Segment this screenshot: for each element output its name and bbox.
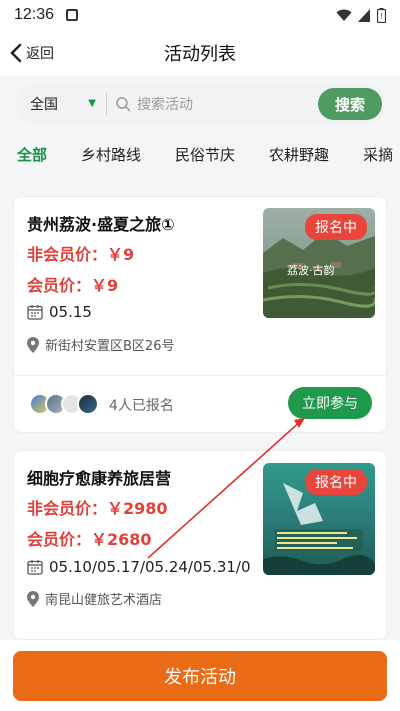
activity-dates: 05.15 <box>27 303 92 321</box>
avatar <box>77 393 99 415</box>
non-member-price: 非会员价：￥2980 <box>27 499 168 518</box>
signal-icon <box>358 8 370 22</box>
participant-avatars <box>29 393 99 415</box>
status-badge: 报名中 <box>305 214 367 240</box>
activity-title: 贵州荔波·盛夏之旅① <box>27 215 175 234</box>
tab-farming-fun[interactable]: 农耕野趣 <box>269 144 329 165</box>
tab-all[interactable]: 全部 <box>17 144 47 165</box>
search-icon <box>116 97 131 112</box>
activity-image: 报名中 <box>263 463 375 575</box>
activity-card[interactable]: 贵州荔波·盛夏之旅① 非会员价：￥9 会员价：￥9 05.15 新街村安置区B区… <box>13 196 387 433</box>
nav-bar: 返回 活动列表 <box>0 30 400 76</box>
page-title: 活动列表 <box>164 44 236 65</box>
location-pin-icon <box>27 336 39 353</box>
non-member-price: 非会员价：￥9 <box>27 245 135 264</box>
svg-text:!: ! <box>380 12 382 21</box>
card-divider <box>14 375 386 376</box>
back-label: 返回 <box>26 46 54 62</box>
location-pin-icon <box>27 590 39 607</box>
search-input[interactable]: 搜索活动 <box>107 94 318 114</box>
category-tabs: 全部 乡村路线 民俗节庆 农耕野趣 采摘 <box>0 136 400 172</box>
activity-image: 荔波·古韵 报名中 <box>263 208 375 318</box>
tab-picking[interactable]: 采摘 <box>363 144 393 165</box>
wifi-icon <box>336 9 352 21</box>
member-price: 会员价：￥2680 <box>27 530 152 549</box>
back-button[interactable]: 返回 <box>10 30 54 76</box>
battery-icon: ! <box>377 7 386 23</box>
caret-down-icon: ▼ <box>88 98 96 109</box>
tab-rural-routes[interactable]: 乡村路线 <box>81 144 141 165</box>
activity-location: 南昆山健旅艺术酒店 <box>27 589 162 608</box>
status-time: 12:36 <box>14 6 55 23</box>
search-placeholder: 搜索活动 <box>137 97 193 113</box>
region-value: 全国 <box>30 97 58 113</box>
join-button[interactable]: 立即参与 <box>288 387 372 419</box>
tab-folk-festivals[interactable]: 民俗节庆 <box>175 144 235 165</box>
status-badge: 报名中 <box>305 469 367 495</box>
publish-activity-button[interactable]: 发布活动 <box>13 651 387 701</box>
location-text: 南昆山健旅艺术酒店 <box>45 593 163 608</box>
footer-bar: 发布活动 <box>0 640 400 711</box>
search-button[interactable]: 搜索 <box>318 88 382 120</box>
image-notification-icon <box>66 9 79 21</box>
activity-title: 细胞疗愈康养旅居营 <box>27 469 172 488</box>
chevron-left-icon <box>10 43 22 63</box>
enrolled-count: 4人已报名 <box>109 398 174 414</box>
calendar-icon <box>27 560 43 575</box>
dates-text: 05.15 <box>49 303 92 321</box>
calendar-icon <box>27 305 43 320</box>
region-select[interactable]: 全国 ▼ <box>14 84 106 124</box>
image-caption: 荔波·古韵 <box>287 264 335 277</box>
dates-text: 05.10/05.17/05.24/05.31/0 <box>49 558 251 576</box>
activity-card[interactable]: 细胞疗愈康养旅居营 非会员价：￥2980 会员价：￥2680 05.10/05.… <box>13 450 387 640</box>
member-price: 会员价：￥9 <box>27 276 119 295</box>
activity-location: 新街村安置区B区26号 <box>27 335 174 354</box>
search-bar: 全国 ▼ 搜索活动 搜索 <box>14 84 386 124</box>
location-text: 新街村安置区B区26号 <box>45 339 175 354</box>
status-bar: 12:36 ! <box>0 0 400 30</box>
activity-dates: 05.10/05.17/05.24/05.31/0 <box>27 558 251 576</box>
